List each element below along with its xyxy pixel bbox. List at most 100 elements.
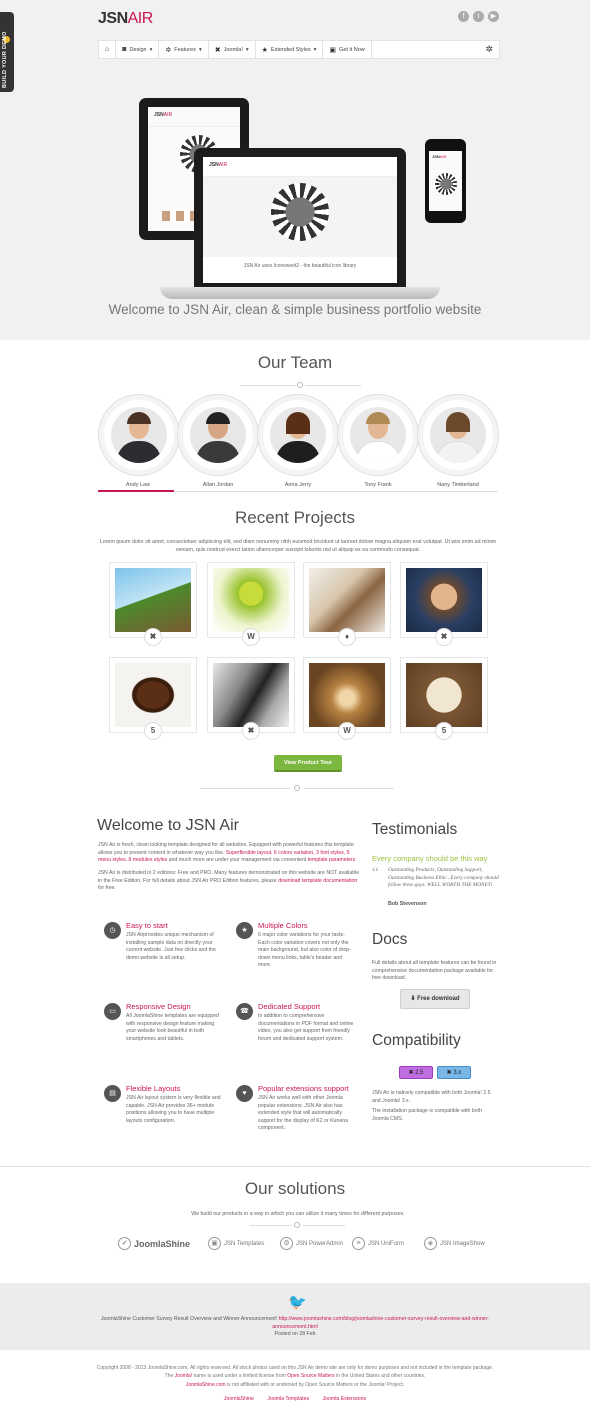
solution-jsn-poweradmin[interactable]: ⚙ JSN PowerAdmin: [280, 1237, 343, 1250]
tweet-link[interactable]: http://www.joomlashine.com/blog/joomlash…: [272, 1316, 489, 1330]
footer-link-joomlashine[interactable]: JoomlaShine: [224, 1396, 254, 1402]
footer-link-joomla-templates[interactable]: Joomla Templates: [267, 1396, 309, 1402]
footer-text: name is used under a limited license fro…: [193, 1373, 286, 1380]
solution-label: JoomlaShine: [134, 1238, 191, 1249]
latest-tweet: JoomlaShine Customer Survey Result Overv…: [90, 1316, 500, 1339]
about-title: Welcome to JSN Air: [97, 817, 239, 834]
feature-easy-to-start: ◷ Easy to start JSN Airprovides unique m…: [104, 921, 224, 972]
avatar-body: [276, 441, 320, 463]
youtube-icon[interactable]: ▶: [488, 11, 499, 22]
avatar: [270, 407, 326, 463]
solution-joomlashine[interactable]: ✓ JoomlaShine: [118, 1237, 190, 1250]
team-member-name[interactable]: Tony Frank: [339, 482, 417, 488]
solution-label: JSN UniForm: [368, 1240, 405, 1247]
menu-item-get-it-now[interactable]: ▣ Get it Now: [323, 40, 372, 59]
joomlashine-link[interactable]: JoomlaShine.com: [186, 1382, 226, 1388]
download-label: Free download: [417, 996, 460, 1002]
team-member-name[interactable]: Anna Jerry: [259, 482, 337, 488]
main-menu: ⌂ ◙ Design ▾ ✲ Features ▾ ✖ Joomla! ▾ ★ Extende…: [98, 40, 500, 59]
caret-down-icon: ▾: [245, 46, 249, 53]
menu-item-joomla[interactable]: ✖ Joomla! ▾: [209, 40, 256, 59]
testimonials-title: Testimonials: [372, 821, 458, 838]
feature-title: Flexible Layouts: [126, 1084, 181, 1093]
hero-welcome: Welcome to JSN Air, clean & simple busin…: [108, 302, 482, 317]
phone-logo: JSNAIR: [432, 154, 447, 159]
heart-icon: ♥: [236, 1085, 253, 1102]
build-demo-tab[interactable]: BUILD YOUR DEMO: [0, 12, 14, 92]
team-member-avatar[interactable]: [104, 400, 174, 470]
view-product-tour-button[interactable]: View Product Tour: [274, 755, 342, 772]
html5-icon: 5: [435, 722, 453, 740]
site-logo[interactable]: JSNAIR: [98, 10, 153, 28]
compat-text-2: The installation package is compatible w…: [372, 1108, 482, 1122]
quote-heading: Every company should be this way: [372, 854, 488, 863]
feature-title: Dedicated Support: [258, 1002, 321, 1011]
joomlashine-icon: ✓: [118, 1237, 131, 1250]
avatar-hair: [366, 412, 390, 424]
template-parameters-link[interactable]: template parameters: [308, 857, 356, 863]
avatar: [430, 407, 486, 463]
settings-gear-icon[interactable]: ✲: [485, 44, 493, 55]
feature-desc: 6 major color variations for your taste.…: [258, 932, 351, 969]
project-thumbnail[interactable]: [109, 562, 197, 638]
footer-link-joomla-extensions[interactable]: Joomla Extensions: [323, 1396, 367, 1402]
team-member-avatar[interactable]: [263, 400, 333, 470]
caret-down-icon: ▾: [149, 46, 153, 53]
solution-jsn-imageshow[interactable]: ◈ JSN ImageShow: [424, 1237, 485, 1250]
joomla-link[interactable]: Joomla!: [175, 1373, 193, 1379]
open-source-matters-link[interactable]: Open Source Matters: [287, 1373, 335, 1379]
avatar-hair: [446, 412, 470, 432]
project-image: [406, 663, 482, 727]
laptop-mockup: JSNAIR JSN Air uses Iconsweet2 - the bea…: [194, 148, 406, 288]
about-paragraph-1: JSN Air is fresh, clean looking template…: [98, 842, 360, 865]
about-text: for free.: [98, 885, 116, 892]
twitter-icon[interactable]: t: [473, 11, 484, 22]
joomla-icon: ✖: [144, 628, 162, 646]
team-member-avatar[interactable]: [423, 400, 493, 470]
download-icon: ⬇: [410, 996, 416, 1002]
quote-mark-icon: “: [372, 865, 379, 881]
free-download-button[interactable]: ⬇ Free download: [400, 989, 470, 1009]
team-member-name[interactable]: Nany Timberland: [419, 482, 497, 488]
menu-label: Get it Now: [339, 46, 365, 53]
menu-item-features[interactable]: ✲ Features ▾: [159, 40, 209, 59]
solution-jsn-templates[interactable]: ▣ JSN Templates: [208, 1237, 264, 1250]
feature-multiple-colors: ★ Multiple Colors 6 major color variatio…: [236, 921, 356, 972]
project-thumbnail[interactable]: [400, 562, 488, 638]
badge-label: 3.x: [453, 1070, 462, 1076]
feature-desc: JSN Air works well with other Joomla pop…: [258, 1095, 348, 1132]
solution-jsn-uniform[interactable]: ≡ JSN UniForm: [352, 1237, 404, 1250]
project-image: [115, 568, 191, 632]
team-member-name[interactable]: Andy Law: [99, 482, 177, 488]
menu-label: Features: [174, 46, 196, 53]
avatar-hair: [127, 412, 151, 424]
facebook-icon[interactable]: f: [458, 11, 469, 22]
divider-right: [303, 1225, 345, 1226]
drupal-icon: ♦: [338, 628, 356, 646]
tweet-text: JoomlaShine Customer Survey Result Overv…: [100, 1316, 278, 1322]
menu-item-extended-styles[interactable]: ★ Extended Styles ▾: [256, 40, 324, 59]
feature-title: Responsive Design: [126, 1002, 191, 1011]
menu-label: Design: [129, 46, 147, 53]
menu-item-design[interactable]: ◙ Design ▾: [116, 40, 160, 59]
gear-icon: ✲: [165, 46, 172, 54]
menu-item-home[interactable]: ⌂: [99, 40, 117, 59]
project-image: [309, 568, 385, 632]
team-member-avatar[interactable]: [343, 400, 413, 470]
uniform-icon: ≡: [352, 1237, 365, 1250]
mini-header: JSNAIR: [203, 157, 397, 177]
bag-icon: ▣: [329, 46, 337, 54]
team-member-name[interactable]: Allan Jordan: [179, 482, 257, 488]
solution-label: JSN ImageShow: [440, 1240, 485, 1247]
wordpress-icon: W: [338, 722, 356, 740]
project-thumbnail[interactable]: [303, 562, 391, 638]
feature-desc: JSN Air layout system is very flexible a…: [126, 1095, 221, 1124]
project-thumbnail[interactable]: [207, 562, 295, 638]
download-documentation-link[interactable]: download template documentation: [278, 878, 357, 884]
camera-icon: ◙: [122, 46, 127, 53]
footer-text: in the United States and other countries…: [336, 1373, 426, 1380]
joomla-25-badge: ✖ 2.5: [399, 1066, 433, 1079]
team-member-avatar[interactable]: [183, 400, 253, 470]
imageshow-icon: ◈: [424, 1237, 437, 1250]
monitor-icon: ▭: [104, 1003, 121, 1020]
